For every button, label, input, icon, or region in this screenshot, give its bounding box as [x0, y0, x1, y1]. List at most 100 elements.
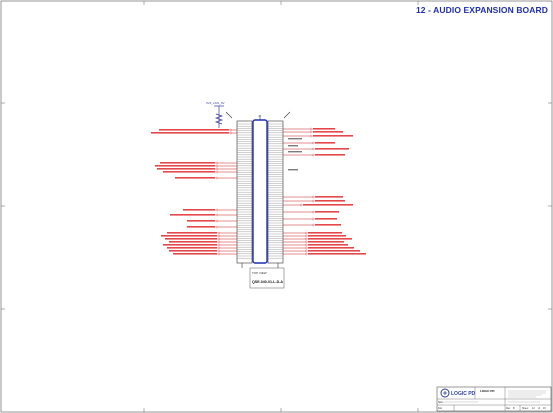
net-port	[229, 128, 233, 132]
net-port	[312, 217, 315, 221]
net-port	[217, 249, 221, 253]
logo-text: LOGIC PD	[451, 391, 476, 397]
net-port	[217, 231, 221, 235]
net-label-bar	[308, 250, 360, 252]
sheet-label: Sheet	[522, 407, 529, 410]
net-label-bar	[315, 200, 345, 202]
net-label-bar	[151, 132, 229, 134]
net-port	[305, 231, 308, 235]
net-port	[312, 141, 315, 145]
connector-ref: J?	[258, 114, 262, 118]
net-label-bar	[315, 224, 341, 226]
net-label-bar	[313, 131, 343, 133]
net-label-bar	[288, 169, 298, 171]
net-port	[215, 213, 219, 217]
net-port	[215, 225, 219, 229]
net-port	[215, 219, 219, 223]
power-symbol	[214, 105, 224, 128]
net-port	[305, 246, 308, 250]
net-label-bar	[308, 253, 366, 255]
net-label-bar	[315, 211, 339, 213]
sheet-border	[0, 0, 553, 413]
net-port	[215, 208, 219, 212]
net-port	[312, 199, 315, 203]
net-label-bar	[169, 250, 217, 252]
net-port	[217, 234, 221, 238]
net-label-bar	[169, 241, 217, 243]
net-port	[215, 161, 219, 165]
net-label-bar	[183, 209, 215, 211]
net-label-bar	[167, 247, 217, 249]
right-wires	[283, 128, 312, 255]
net-port	[310, 130, 313, 134]
net-port	[217, 237, 221, 241]
net-label-bar	[159, 129, 229, 131]
net-label-bar	[308, 247, 354, 249]
connector-part-number: QSE-040-01-L-D-A	[252, 280, 283, 284]
net-port	[312, 210, 315, 214]
net-port	[229, 131, 233, 135]
net-port	[305, 243, 308, 247]
net-label-bar	[308, 241, 344, 243]
net-label-bar	[170, 214, 215, 216]
net-port	[312, 195, 315, 199]
net-label-bar	[175, 177, 215, 179]
schematic-canvas: 3V3_LDO_0V TOP VIEW QSE-040-01-L-D-A J?	[0, 0, 553, 413]
net-label-bar	[313, 135, 353, 137]
net-port	[312, 223, 315, 227]
net-port	[305, 249, 308, 253]
net-port	[215, 176, 219, 180]
net-port	[305, 252, 308, 256]
net-label-bar	[315, 148, 349, 150]
net-port	[305, 237, 308, 241]
net-label-bar	[187, 226, 215, 228]
left-wires	[218, 129, 237, 255]
net-label-bar	[157, 168, 215, 170]
net-label-bar	[315, 142, 335, 144]
net-label-bar	[303, 204, 353, 206]
power-net-label: 3V3_LDO_0V	[206, 101, 225, 105]
company-name: LOGIC PD	[480, 389, 495, 393]
net-label-bar	[315, 196, 343, 198]
net-label-bar	[155, 165, 215, 167]
net-port	[305, 240, 308, 244]
net-port	[215, 167, 219, 171]
net-label-bar	[163, 244, 217, 246]
net-label-bar	[313, 128, 335, 130]
net-label-bar	[160, 162, 215, 164]
net-port	[215, 170, 219, 174]
net-port	[217, 243, 221, 247]
net-label-bar	[163, 171, 215, 173]
net-label-bar	[167, 232, 217, 234]
title-block: LOGIC PD LOGIC PD Size Doc Rev B Sheet 1…	[436, 386, 552, 412]
net-port	[217, 252, 221, 256]
net-port	[217, 240, 221, 244]
net-label-bar	[288, 138, 302, 140]
net-label-bar	[308, 232, 342, 234]
connector-note: TOP VIEW	[252, 271, 267, 275]
net-port	[300, 203, 303, 207]
schematic-sheet: 12 - AUDIO EXPANSION BOARD 3V3_LDO_0V TO…	[0, 0, 553, 413]
net-port	[312, 147, 315, 151]
net-label-bar	[187, 220, 215, 222]
net-port	[305, 234, 308, 238]
net-label-bar	[308, 235, 346, 237]
of-label: of	[538, 407, 540, 410]
net-label-bar	[315, 154, 345, 156]
left-net-labels	[151, 128, 233, 256]
net-label-bar	[173, 253, 217, 255]
net-port	[310, 134, 313, 138]
net-port	[217, 246, 221, 250]
net-label-bar	[308, 238, 352, 240]
net-label-bar	[165, 238, 217, 240]
net-port	[310, 127, 313, 131]
net-label-bar	[315, 218, 337, 220]
net-label-bar	[288, 151, 302, 153]
zone-ticks	[1, 1, 552, 412]
connector-part-box: TOP VIEW QSE-040-01-L-D-A	[249, 267, 285, 289]
net-port	[215, 164, 219, 168]
net-label-bar	[161, 235, 217, 237]
net-port	[312, 153, 315, 157]
net-label-bar	[288, 145, 298, 147]
size-label: Size	[438, 401, 443, 404]
